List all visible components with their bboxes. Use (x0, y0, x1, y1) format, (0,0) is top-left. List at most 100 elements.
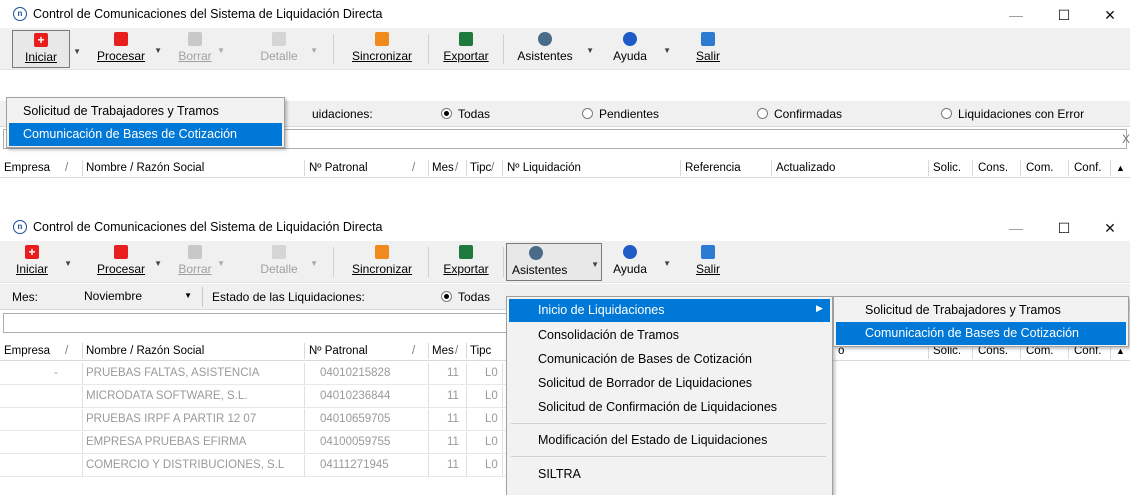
chevron-down-icon[interactable]: ▼ (586, 46, 594, 55)
cell-divider (466, 409, 467, 431)
scroll-up-icon[interactable]: ▲ (1116, 346, 1125, 356)
menu-item-inicio-liquidaciones[interactable]: Inicio de Liquidaciones (509, 299, 830, 322)
detalle-button[interactable]: Detalle ▼ (250, 30, 318, 68)
col-empresa[interactable]: Empresa (4, 345, 50, 357)
iniciar-button[interactable]: + Iniciar ▼ (12, 243, 72, 281)
radio-pendientes[interactable]: Pendientes (582, 107, 659, 121)
detalle-button[interactable]: Detalle ▼ (250, 243, 318, 281)
radio-confirmadas[interactable]: Confirmadas (757, 107, 842, 121)
close-button[interactable]: ✕ (1087, 2, 1130, 28)
ayuda-button[interactable]: Ayuda ▼ (607, 243, 671, 281)
estado-label-partial: uidaciones: (312, 107, 373, 121)
cell-nombre: COMERCIO Y DISTRIBUCIONES, S.L (86, 459, 285, 471)
chevron-down-icon[interactable]: ▼ (64, 259, 72, 268)
maximize-button[interactable]: ☐ (1041, 2, 1087, 28)
window-title: Control de Comunicaciones del Sistema de… (33, 7, 383, 21)
radio-con-error[interactable]: Liquidaciones con Error (941, 107, 1084, 121)
col-solic[interactable]: Solic. (933, 162, 961, 174)
mes-label: Mes: (12, 290, 39, 304)
borrar-button[interactable]: Borrar ▼ (175, 30, 225, 68)
separator (202, 287, 203, 307)
column-divider (466, 343, 467, 359)
col-patronal[interactable]: Nº Patronal (309, 345, 368, 357)
mes-select[interactable]: Noviembre ▼ (78, 286, 196, 306)
menu-item-solicitud-confirmacion[interactable]: Solicitud de Confirmación de Liquidacion… (509, 396, 830, 419)
radio-pendientes-label: Pendientes (599, 107, 660, 121)
minimize-button[interactable]: — (993, 2, 1039, 28)
sort-icon: / (455, 345, 459, 357)
asistentes-button[interactable]: Asistentes ▼ (506, 243, 602, 281)
sincronizar-button[interactable]: Sincronizar (342, 243, 422, 281)
chevron-down-icon[interactable]: ▼ (663, 259, 671, 268)
chevron-down-icon[interactable]: ▼ (154, 259, 162, 268)
delete-icon (188, 32, 202, 46)
col-liquidacion[interactable]: Nº Liquidación (507, 162, 581, 174)
plus-icon: + (25, 245, 39, 259)
close-icon[interactable]: X (1122, 132, 1130, 146)
col-empresa[interactable]: Empresa (4, 162, 50, 174)
app-logo-icon: n (13, 220, 27, 234)
salir-button[interactable]: Salir (690, 243, 726, 281)
procesar-button[interactable]: Procesar ▼ (90, 30, 162, 68)
cell-divider (502, 432, 503, 454)
chevron-down-icon[interactable]: ▼ (310, 46, 318, 55)
column-divider (771, 160, 772, 176)
menu-separator (511, 423, 826, 424)
scroll-up-icon[interactable]: ▲ (1116, 163, 1125, 173)
title-bar: n Control de Comunicaciones del Sistema … (0, 0, 1130, 28)
col-cons[interactable]: Cons. (978, 162, 1008, 174)
col-com[interactable]: Com. (1026, 162, 1053, 174)
minimize-button[interactable]: — (993, 215, 1039, 241)
procesar-button[interactable]: Procesar ▼ (90, 243, 162, 281)
sincronizar-button[interactable]: Sincronizar (342, 30, 422, 68)
iniciar-button[interactable]: + Iniciar ▼ (12, 30, 81, 68)
menu-item-siltra[interactable]: SILTRA (509, 463, 830, 486)
radio-todas[interactable]: Todas (441, 290, 490, 304)
menu-item-solicitud-trabajadores[interactable]: Solicitud de Trabajadores y Tramos (9, 100, 282, 123)
cell-tipo: L0 (485, 436, 498, 448)
chevron-down-icon[interactable]: ▼ (217, 46, 225, 55)
col-mes[interactable]: Mes (432, 345, 454, 357)
asistentes-button[interactable]: Asistentes ▼ (510, 30, 594, 68)
chevron-down-icon[interactable]: ▼ (217, 259, 225, 268)
radio-confirmadas-label: Confirmadas (774, 107, 843, 121)
cell-divider (502, 455, 503, 477)
cell-tipo: L0 (485, 413, 498, 425)
submenu-item-solicitud-trabajadores[interactable]: Solicitud de Trabajadores y Tramos (836, 299, 1126, 322)
ayuda-button[interactable]: Ayuda ▼ (607, 30, 671, 68)
sort-icon: / (412, 162, 416, 174)
chevron-down-icon[interactable]: ▼ (73, 47, 81, 56)
close-button[interactable]: ✕ (1087, 215, 1130, 241)
chevron-down-icon[interactable]: ▼ (184, 291, 192, 300)
chevron-down-icon[interactable]: ▼ (663, 46, 671, 55)
cell-tipo: L0 (485, 367, 498, 379)
column-divider (680, 160, 681, 176)
col-mes[interactable]: Mes (432, 162, 454, 174)
maximize-button[interactable]: ☐ (1041, 215, 1087, 241)
col-tipo[interactable]: Tipc (470, 345, 491, 357)
col-actualizado[interactable]: Actualizado (776, 162, 835, 174)
col-nombre[interactable]: Nombre / Razón Social (86, 162, 204, 174)
menu-item-consolidacion-tramos[interactable]: Consolidación de Tramos (509, 324, 830, 347)
exportar-button[interactable]: Exportar (435, 243, 497, 281)
submenu-item-comunicacion-bases[interactable]: Comunicación de Bases de Cotización (836, 322, 1126, 345)
col-tipo[interactable]: Tipc (470, 162, 491, 174)
sync-icon (375, 32, 389, 46)
menu-item-comunicacion-bases[interactable]: Comunicación de Bases de Cotización (9, 123, 282, 146)
menu-item-comunicacion-bases[interactable]: Comunicación de Bases de Cotización (509, 348, 830, 371)
menu-item-solicitud-borrador[interactable]: Solicitud de Borrador de Liquidaciones (509, 372, 830, 395)
exportar-button[interactable]: Exportar (435, 30, 497, 68)
menu-item-modificacion-estado[interactable]: Modificación del Estado de Liquidaciones (509, 429, 830, 452)
col-conf[interactable]: Conf. (1074, 162, 1102, 174)
radio-todas[interactable]: Todas (441, 107, 490, 121)
borrar-button[interactable]: Borrar ▼ (175, 243, 225, 281)
chevron-down-icon[interactable]: ▼ (154, 46, 162, 55)
cell-divider (502, 363, 503, 385)
chevron-down-icon[interactable]: ▼ (310, 259, 318, 268)
cell-mes: 11 (447, 436, 459, 448)
col-patronal[interactable]: Nº Patronal (309, 162, 368, 174)
col-referencia[interactable]: Referencia (685, 162, 741, 174)
col-nombre[interactable]: Nombre / Razón Social (86, 345, 204, 357)
chevron-down-icon[interactable]: ▼ (591, 260, 599, 269)
salir-button[interactable]: Salir (690, 30, 726, 68)
